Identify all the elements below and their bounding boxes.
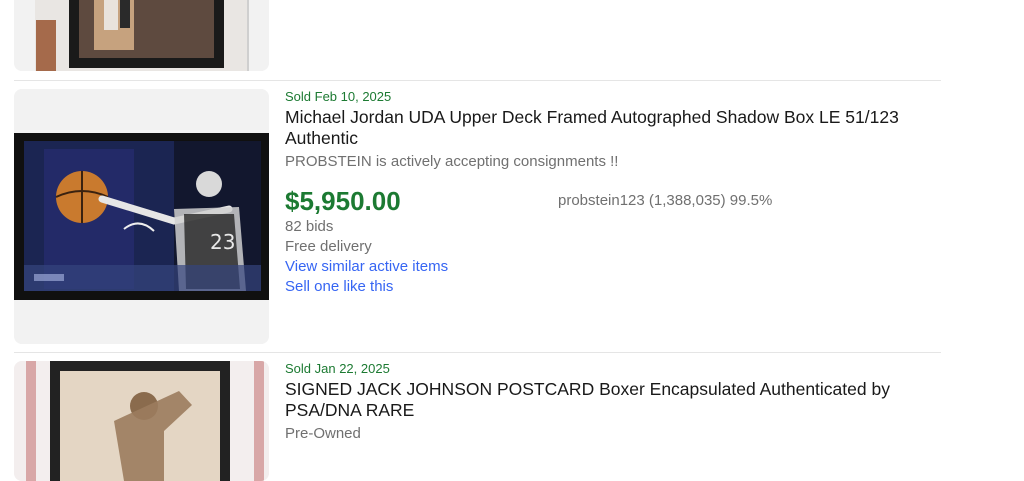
seller-info: probstein123 (1,388,035) 99.5% <box>558 192 773 209</box>
listing-title-link[interactable]: Michael Jordan UDA Upper Deck Framed Aut… <box>285 107 945 149</box>
listing-divider <box>14 80 941 81</box>
sold-date: Sold Jan 22, 2025 <box>285 361 390 376</box>
listing-subtitle: PROBSTEIN is actively accepting consignm… <box>285 153 619 170</box>
sold-date: Sold Feb 10, 2025 <box>285 89 392 104</box>
listing-thumbnail[interactable] <box>14 361 269 481</box>
sold-price: $5,950.00 <box>285 186 401 216</box>
listing-image: 23 <box>14 89 269 344</box>
listing-thumbnail[interactable]: 23 <box>14 89 269 344</box>
listing-divider <box>14 352 941 353</box>
listing-thumbnail[interactable] <box>14 0 269 71</box>
listing-title-link[interactable]: SIGNED JACK JOHNSON POSTCARD Boxer Encap… <box>285 379 945 421</box>
delivery-info: Free delivery <box>285 238 372 255</box>
view-similar-link[interactable]: View similar active items <box>285 258 448 275</box>
jersey-number: 23 <box>210 230 235 254</box>
listing-image <box>14 0 269 71</box>
bid-count: 82 bids <box>285 218 334 235</box>
sell-one-like-this-link[interactable]: Sell one like this <box>285 278 393 295</box>
listing-image <box>14 361 269 481</box>
